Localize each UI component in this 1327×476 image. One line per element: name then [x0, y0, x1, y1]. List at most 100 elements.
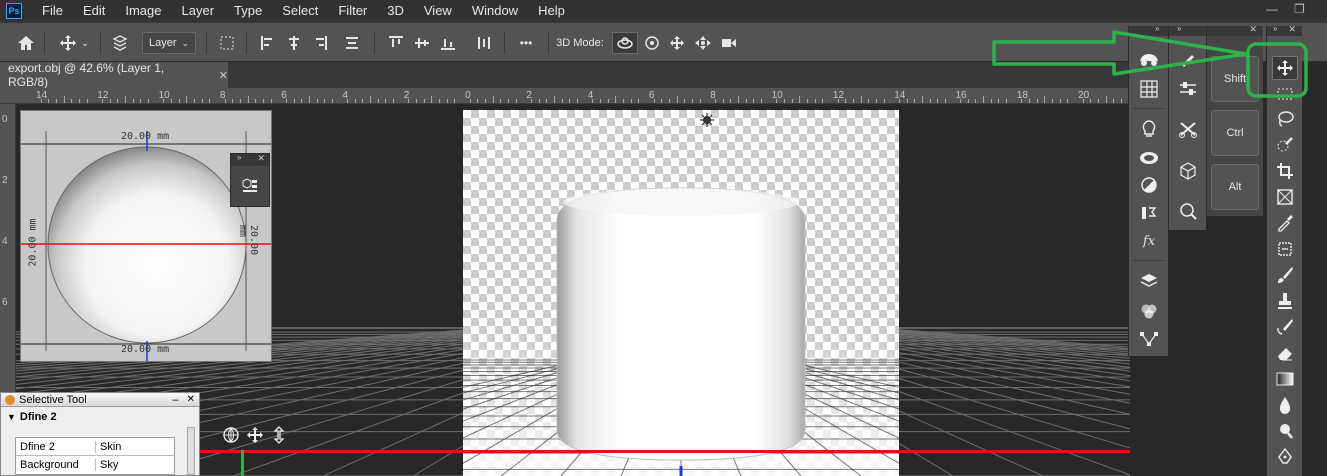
light-source-icon[interactable] [703, 116, 711, 124]
menu-3d[interactable]: 3D [377, 0, 414, 22]
dfine-group-header[interactable]: ▼ Dfine 2 [1, 407, 199, 427]
measurement-icon[interactable] [1176, 200, 1200, 222]
move-axis-icon[interactable] [246, 426, 264, 444]
menu-view[interactable]: View [414, 0, 462, 22]
align-right-icon[interactable] [310, 32, 330, 54]
home-icon[interactable] [14, 32, 38, 54]
blur-tool-icon[interactable] [1272, 394, 1298, 416]
dimension-top: 20.00 mm [121, 131, 170, 142]
menu-edit[interactable]: Edit [73, 0, 115, 22]
minimize-panel-icon[interactable]: – [172, 394, 178, 406]
distribute-v-icon[interactable] [474, 32, 494, 54]
menu-window[interactable]: Window [462, 0, 528, 22]
more-options-icon[interactable]: ••• [514, 32, 538, 54]
document-tab-title: export.obj @ 42.6% (Layer 1, RGB/8) [8, 61, 165, 89]
libraries-icon[interactable] [1137, 146, 1161, 168]
distribute-icon[interactable] [342, 32, 362, 54]
tool-presets-icon[interactable] [1176, 118, 1200, 140]
pen-tool-icon[interactable] [1272, 446, 1298, 468]
menu-filter[interactable]: Filter [328, 0, 377, 22]
table-row[interactable]: Background Sky [16, 456, 174, 474]
y-axis-marker [241, 450, 244, 476]
expand-triangle-icon[interactable]: ▼ [7, 412, 16, 422]
crop-tool-icon[interactable] [1272, 160, 1298, 182]
selective-tool-table: Dfine 2 Skin Background Sky [15, 437, 175, 475]
dimension-left: 20.00 mm [27, 218, 39, 267]
ruler-tick-label: 6 [2, 297, 8, 308]
auto-select-icon[interactable] [108, 32, 132, 54]
x-axis-line [200, 450, 1130, 453]
lasso-tool-icon[interactable] [1272, 108, 1298, 130]
selective-tool-logo-icon [5, 394, 15, 405]
table-row[interactable]: Dfine 2 Skin [16, 438, 174, 456]
learn-icon[interactable] [1137, 118, 1161, 140]
minimize-icon[interactable]: — [1266, 2, 1278, 16]
paths-icon[interactable] [1137, 328, 1161, 350]
document-tab[interactable]: export.obj @ 42.6% (Layer 1, RGB/8) ✕ [0, 61, 228, 89]
menu-file[interactable]: File [32, 0, 73, 22]
styles-fx-icon[interactable]: fx [1137, 230, 1161, 252]
alt-key-button[interactable]: Alt [1211, 164, 1259, 210]
layers-icon[interactable] [1137, 270, 1161, 292]
quick-selection-tool-icon[interactable] [1272, 134, 1298, 156]
ruler-tick-label: 2 [2, 175, 8, 186]
pan-3d-icon[interactable] [666, 32, 688, 54]
menu-image[interactable]: Image [115, 0, 171, 22]
selective-tool-title: Selective Tool [19, 393, 87, 406]
green-arrow-annotation [992, 30, 1308, 98]
menu-type[interactable]: Type [224, 0, 272, 22]
selective-tool-panel: Selective Tool – ✕ ▼ Dfine 2 Dfine 2 Ski… [0, 392, 200, 476]
brush-tool-icon[interactable] [1272, 264, 1298, 286]
adjustments-icon[interactable] [1137, 174, 1161, 196]
eyedropper-tool-icon[interactable] [1272, 212, 1298, 234]
3d-panel-icon[interactable] [241, 176, 259, 197]
menu-bar: Ps File Edit Image Layer Type Select Fil… [0, 0, 1327, 22]
align-center-h-icon[interactable] [284, 32, 304, 54]
ruler-tick-label: 0 [2, 114, 8, 125]
clone-stamp-tool-icon[interactable] [1272, 290, 1298, 312]
healing-brush-tool-icon[interactable] [1272, 238, 1298, 260]
gradient-tool-icon[interactable] [1272, 368, 1298, 390]
ruler-tick-label: 4 [2, 236, 8, 247]
horizontal-ruler: 14121086420246810121416182022 [0, 88, 1192, 104]
restore-icon[interactable]: ❐ [1294, 2, 1305, 16]
3d-cylinder-mesh[interactable] [556, 187, 806, 461]
roll-3d-icon[interactable] [642, 32, 662, 54]
move-tool-preset-icon[interactable]: ⌄ [54, 32, 94, 54]
dimension-bottom: 20.00 mm [121, 344, 170, 355]
dimension-right: 20.00 mm [237, 225, 259, 256]
tab-close-icon[interactable]: ✕ [219, 69, 228, 82]
photoshop-logo-icon[interactable]: Ps [6, 3, 22, 19]
slide-3d-icon[interactable] [692, 32, 714, 54]
eraser-tool-icon[interactable] [1272, 342, 1298, 364]
close-icon[interactable]: ✕ [257, 153, 265, 164]
panel-scrollbar[interactable] [187, 427, 195, 475]
menu-layer[interactable]: Layer [172, 0, 225, 22]
floating-mini-panel: » ✕ [230, 153, 270, 207]
scale-axis-icon[interactable] [270, 426, 288, 444]
3d-scene-overlay [463, 113, 899, 476]
3d-panel-icon[interactable] [1176, 160, 1200, 182]
3d-axis-widget [222, 426, 292, 446]
align-top-icon[interactable] [386, 32, 406, 54]
transform-controls-icon[interactable] [216, 32, 238, 54]
frame-tool-icon[interactable] [1272, 186, 1298, 208]
scale-3d-camera-icon[interactable] [718, 32, 740, 54]
cross-section-widget[interactable]: 20.00 mm 20.00 mm 20.00 mm 20.00 mm [20, 110, 272, 362]
ctrl-key-button[interactable]: Ctrl [1211, 110, 1259, 156]
orbit-3d-icon[interactable] [612, 32, 638, 54]
globe-icon[interactable] [222, 426, 240, 444]
align-left-icon[interactable] [258, 32, 278, 54]
menu-select[interactable]: Select [272, 0, 328, 22]
align-bottom-icon[interactable] [438, 32, 458, 54]
close-panel-icon[interactable]: ✕ [187, 394, 195, 405]
menu-help[interactable]: Help [528, 0, 575, 22]
collapse-icon[interactable]: » [237, 153, 241, 162]
channels-icon[interactable] [1137, 300, 1161, 322]
history-icon[interactable] [1137, 202, 1161, 224]
align-middle-v-icon[interactable] [412, 32, 432, 54]
dodge-tool-icon[interactable] [1272, 420, 1298, 442]
layer-select-dropdown[interactable]: Layer ⌄ [142, 32, 196, 54]
history-brush-tool-icon[interactable] [1272, 316, 1298, 338]
3d-mode-label: 3D Mode: [556, 37, 604, 49]
